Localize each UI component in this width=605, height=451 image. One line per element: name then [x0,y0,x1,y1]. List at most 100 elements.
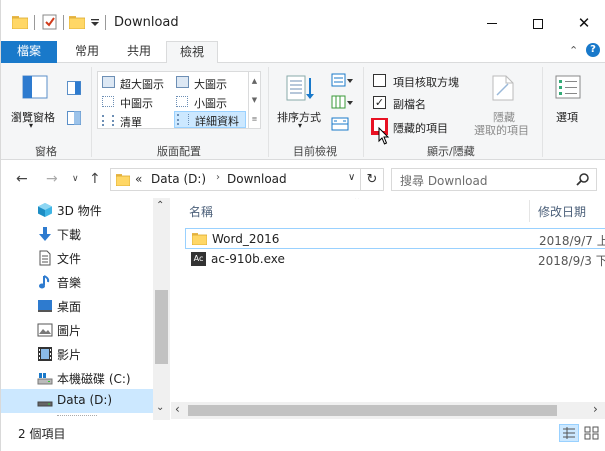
tab-view[interactable]: 檢視 [166,41,218,64]
extensions-option[interactable]: ✓ 副檔名 [371,95,471,111]
nav-item-downloads[interactable]: 下載 [1,222,153,246]
nav-item-desktop[interactable]: 桌面 [1,294,153,318]
item-checkbox-toggle[interactable] [373,74,386,87]
chevron-down-icon: ▾ [298,121,303,130]
hide-selected-icon [492,75,514,101]
address-bar[interactable]: « Data (D:) › Download ∨ [110,168,361,191]
address-dropdown-icon[interactable]: ∨ [348,172,355,183]
nav-item-label: 下載 [57,228,82,242]
medium-icons-icon [102,96,114,107]
breadcrumb-data-drive[interactable]: Data (D:) [151,172,206,186]
layout-option-details[interactable]: 詳細資料 [174,111,246,128]
properties-checkmark-icon[interactable] [42,14,58,30]
scroll-left-icon[interactable]: ‹ [175,402,180,416]
tab-home[interactable]: 常用 [61,41,113,63]
hide-selected-button[interactable]: 隱藏 選取的項目 [471,71,539,137]
hide-selected-label-2: 選取的項目 [474,124,529,137]
download-arrow-icon [37,226,53,242]
sort-by-button[interactable]: 排序方式 ▾ [274,71,328,137]
group-divider [542,67,543,157]
file-date: 2018/9/3 下 [538,254,605,268]
layout-option-list[interactable]: 清單 [100,112,172,129]
layout-option-extra-large[interactable]: 超大圖示 [100,74,172,91]
gallery-more-icon[interactable]: ≡ [249,110,260,128]
show-hide-group-label: 顯示/隱藏 [427,145,475,158]
options-button[interactable]: 選項 [547,71,587,137]
music-note-icon [37,274,53,290]
windows-drive-icon [37,370,53,386]
extra-large-icons-icon [102,76,115,88]
size-columns-icon[interactable] [331,117,349,131]
help-icon[interactable]: ? [586,43,600,57]
item-checkbox-label: 項目核取方塊 [393,76,459,89]
nav-item-data-d[interactable]: Data (D:) [1,389,153,413]
column-header-name[interactable]: 名稱 [189,203,213,220]
sort-indicator-icon: ⌃ [353,198,362,206]
nav-item-music[interactable]: 音樂 [1,270,153,294]
document-icon [37,250,53,266]
tab-share[interactable]: 共用 [113,41,165,63]
scroll-down-icon[interactable]: ⌄ [156,402,164,413]
up-arrow-icon[interactable]: ↑ [89,171,101,187]
overflow-chevron[interactable]: « [135,172,142,186]
file-list-scrollbar[interactable]: ‹ › [171,402,605,419]
add-columns-icon[interactable] [331,95,355,109]
breadcrumb-separator-icon[interactable]: › [216,172,220,183]
scroll-right-icon[interactable]: › [593,402,598,416]
nav-item-local-disk-c[interactable]: 本機磁碟 (C:) [1,366,153,390]
file-row[interactable]: Ac ac-910b.exe 2018/9/3 下 [185,249,605,270]
details-view-toggle[interactable] [559,424,579,442]
nav-pane-scrollbar[interactable]: ⌃ ⌄ [153,198,170,420]
file-row[interactable]: Word_2016 2018/9/7 上 [185,228,605,249]
small-icons-icon [176,96,188,107]
breadcrumb-download[interactable]: Download [227,172,287,186]
scrollbar-thumb[interactable] [188,405,557,416]
new-folder-icon[interactable] [68,15,86,30]
group-divider [363,67,364,157]
layout-option-large[interactable]: 大圖示 [174,74,246,91]
navigation-pane: 3D 物件 下載 文件 音樂 桌面 圖片 影片 本機磁碟 (C:) Data (… [1,198,171,420]
layout-gallery-scroll[interactable]: ▲ ▼ ≡ [249,71,261,129]
forward-arrow-icon[interactable]: → [46,171,58,187]
back-arrow-icon[interactable]: ← [16,171,28,187]
search-input[interactable]: 搜尋 Download [400,172,487,189]
ribbon-expand-icon[interactable]: ⌃ [569,44,578,57]
3d-objects-icon [37,202,53,218]
search-icon[interactable] [576,172,590,186]
options-icon [555,75,581,99]
item-checkbox-option[interactable]: 項目核取方塊 [371,73,471,89]
extensions-checkbox[interactable]: ✓ [373,96,386,109]
nav-item-pictures[interactable]: 圖片 [1,318,153,342]
close-button[interactable]: ✕ [561,6,605,40]
details-pane-icon[interactable] [67,111,81,125]
preview-pane-icon[interactable] [67,81,81,95]
large-icons-view-toggle[interactable] [583,424,601,442]
options-label: 選項 [556,111,578,124]
layout-label: 大圖示 [194,78,227,91]
minimize-button[interactable] [469,6,515,40]
large-icons-view-icon [584,426,599,440]
search-box[interactable]: 搜尋 Download [391,168,597,191]
group-by-icon[interactable] [331,73,355,87]
scroll-up-icon[interactable]: ▲ [249,72,260,91]
tab-file[interactable]: 檔案 [1,41,57,63]
column-header-date[interactable]: 修改日期 [538,203,586,220]
maximize-button[interactable] [515,6,561,40]
layout-label: 中圖示 [120,97,153,110]
nav-item-documents[interactable]: 文件 [1,246,153,270]
close-icon: ✕ [577,14,591,32]
nav-item-videos[interactable]: 影片 [1,342,153,366]
nav-item-label: 桌面 [57,300,82,314]
dropdown-arrow-icon[interactable] [90,17,100,27]
scroll-down-icon[interactable]: ▼ [249,91,260,110]
recent-locations-icon[interactable]: ∨ [72,174,79,184]
scrollbar-thumb[interactable] [155,290,168,364]
nav-item-label: 本機磁碟 (C:) [57,372,131,386]
layout-option-small[interactable]: 小圖示 [174,93,246,110]
nav-item-3d-objects[interactable]: 3D 物件 [1,198,153,222]
nav-pane-button[interactable]: 瀏覽窗格 ▾ [7,71,59,137]
refresh-button[interactable]: ↻ [361,168,384,191]
title-separator [63,15,64,30]
layout-option-medium[interactable]: 中圖示 [100,93,172,110]
scroll-up-icon[interactable]: ⌃ [156,200,164,211]
